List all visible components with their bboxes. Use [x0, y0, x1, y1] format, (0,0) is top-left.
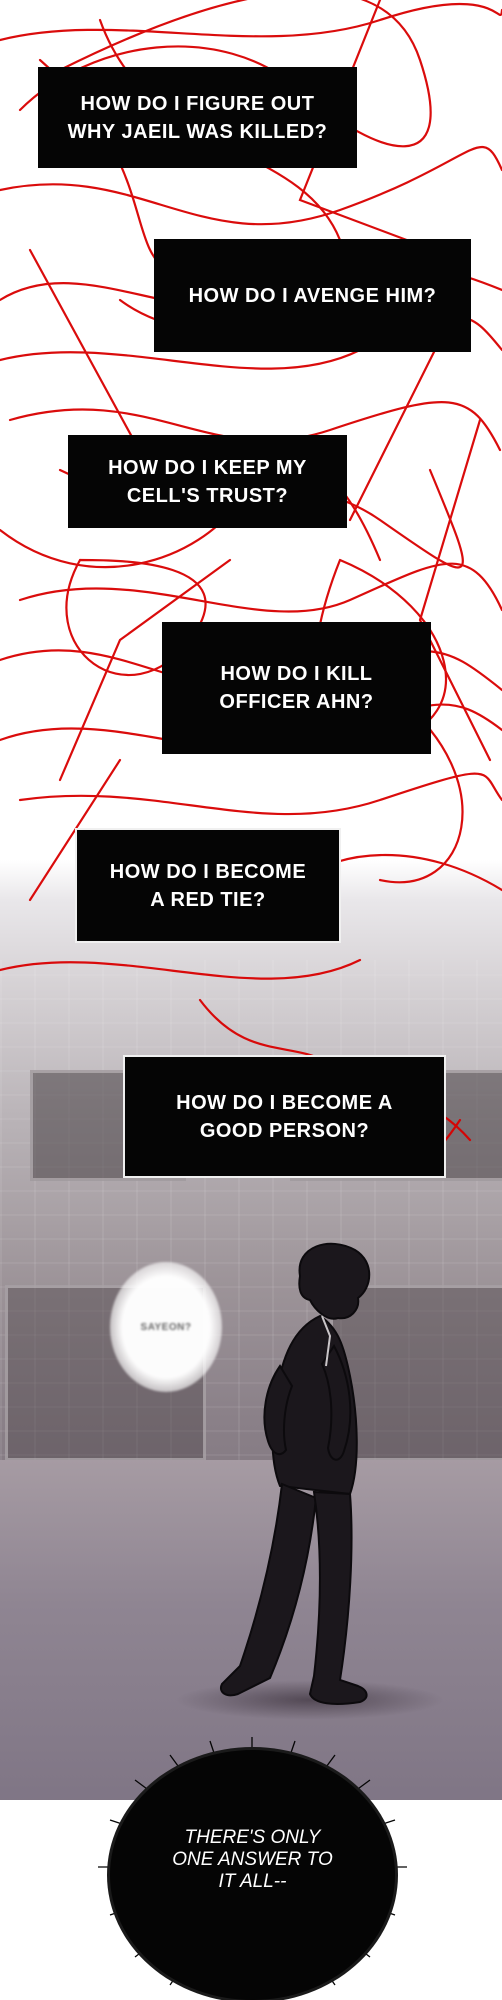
narration-burst: THERE'S ONLY ONE ANSWER TO IT ALL--	[110, 1750, 395, 2000]
caption-cell-trust: HOW DO I KEEP MY CELL'S TRUST?	[68, 435, 347, 528]
caption-good-person: HOW DO I BECOME A GOOD PERSON?	[123, 1055, 446, 1178]
caption-officer-ahn: HOW DO I KILL OFFICER AHN?	[162, 622, 431, 754]
narration-burst-text: THERE'S ONLY ONE ANSWER TO IT ALL--	[172, 1827, 333, 1892]
caption-figure-out: HOW DO I FIGURE OUT WHY JAEIL WAS KILLED…	[38, 67, 357, 168]
speech-bubble: SAYEON?	[110, 1262, 222, 1392]
walking-figure	[220, 1242, 371, 1705]
caption-red-tie: HOW DO I BECOME A RED TIE?	[75, 828, 341, 943]
caption-avenge: HOW DO I AVENGE HIM?	[154, 239, 471, 352]
speech-bubble-text: SAYEON?	[140, 1321, 192, 1333]
